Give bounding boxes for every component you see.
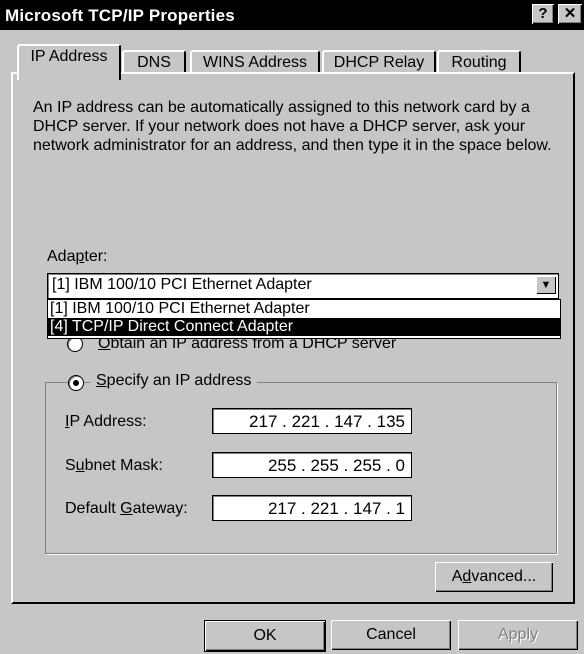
close-button[interactable]: ✕: [558, 4, 582, 24]
adapter-label: Adapter:: [47, 248, 108, 265]
window-title: Microsoft TCP/IP Properties: [5, 6, 235, 25]
adapter-option-direct-connect[interactable]: [4] TCP/IP Direct Connect Adapter: [48, 318, 560, 336]
tab-ip-address[interactable]: IP Address: [17, 44, 121, 80]
ip-address-label: IP Address:: [65, 413, 147, 430]
description-text: An IP address can be automatically assig…: [33, 99, 552, 154]
default-gateway-field[interactable]: 217 . 221 . 147 . 1: [212, 495, 412, 521]
ok-button[interactable]: OK: [204, 620, 326, 652]
adapter-select[interactable]: [1] IBM 100/10 PCI Ethernet Adapter ▼: [47, 273, 559, 299]
chevron-down-icon: ▼: [540, 279, 552, 291]
help-button[interactable]: ?: [532, 4, 554, 24]
radio-specify-ip[interactable]: [68, 375, 84, 391]
apply-button[interactable]: Apply: [458, 620, 578, 650]
radio-specify-ip-label[interactable]: Specify an IP address: [90, 372, 258, 390]
default-gateway-label: Default Gateway:: [65, 500, 188, 517]
cancel-button[interactable]: Cancel: [331, 620, 451, 650]
subnet-mask-label: Subnet Mask:: [65, 457, 163, 474]
ip-address-field[interactable]: 217 . 221 . 147 . 135: [212, 408, 412, 434]
adapter-option-ibm[interactable]: [1] IBM 100/10 PCI Ethernet Adapter: [48, 300, 560, 318]
subnet-mask-field[interactable]: 255 . 255 . 255 . 0: [212, 452, 412, 478]
tcpip-properties-dialog: Microsoft TCP/IP Properties ? ✕ IP Addre…: [0, 0, 584, 654]
tab-strip: IP Address DNS WINS Address DHCP Relay R…: [0, 42, 584, 80]
adapter-select-value: [1] IBM 100/10 PCI Ethernet Adapter: [52, 276, 312, 293]
radio-selected-dot: [73, 380, 79, 386]
advanced-button[interactable]: Advanced...: [435, 562, 553, 592]
title-bar[interactable]: Microsoft TCP/IP Properties ? ✕: [0, 0, 584, 30]
dropdown-arrow-button[interactable]: ▼: [536, 276, 556, 294]
adapter-dropdown-list[interactable]: [1] IBM 100/10 PCI Ethernet Adapter [4] …: [47, 299, 561, 339]
